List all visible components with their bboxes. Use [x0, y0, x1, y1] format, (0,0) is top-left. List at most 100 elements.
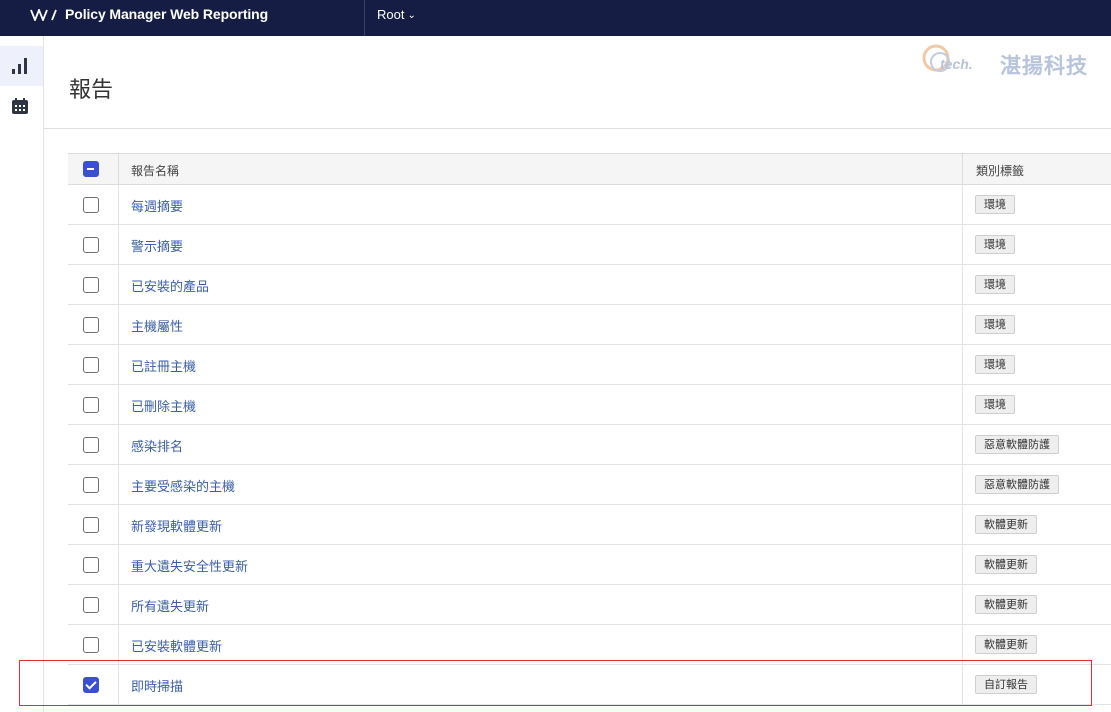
category-tag[interactable]: 軟體更新: [975, 595, 1037, 614]
row-checkbox[interactable]: [83, 397, 99, 413]
column-header-report-name[interactable]: 報告名稱: [131, 162, 179, 179]
column-header-category-tag[interactable]: 類別標籤: [976, 162, 1024, 179]
report-name-link[interactable]: 已註冊主機: [131, 356, 196, 375]
table-row[interactable]: 感染排名 惡意軟體防護: [68, 425, 1111, 465]
column-divider: [118, 545, 119, 584]
calendar-icon: [12, 98, 28, 114]
row-checkbox[interactable]: [83, 477, 99, 493]
column-divider: [962, 625, 963, 664]
row-checkbox[interactable]: [83, 677, 99, 693]
column-divider: [118, 505, 119, 544]
category-tag[interactable]: 環境: [975, 275, 1015, 294]
column-divider: [118, 585, 119, 624]
table-row[interactable]: 已安裝軟體更新 軟體更新: [68, 625, 1111, 665]
category-tag[interactable]: 環境: [975, 195, 1015, 214]
table-row[interactable]: 已刪除主機 環境: [68, 385, 1111, 425]
column-divider: [118, 185, 119, 224]
category-tag[interactable]: 軟體更新: [975, 635, 1037, 654]
column-divider: [118, 665, 119, 704]
row-checkbox[interactable]: [83, 317, 99, 333]
column-divider: [962, 545, 963, 584]
brand-logo-icon: [30, 9, 57, 21]
table-row[interactable]: 新發現軟體更新 軟體更新: [68, 505, 1111, 545]
column-divider: [962, 305, 963, 344]
column-divider: [118, 225, 119, 264]
bar-chart-icon: [12, 58, 27, 74]
category-tag[interactable]: 軟體更新: [975, 555, 1037, 574]
topbar-divider: [364, 0, 365, 36]
app-title: Policy Manager Web Reporting: [65, 6, 269, 22]
category-tag[interactable]: 惡意軟體防護: [975, 435, 1059, 454]
page-title: 報告: [69, 78, 114, 103]
column-divider: [118, 345, 119, 384]
report-name-link[interactable]: 即時掃描: [131, 676, 183, 695]
category-tag[interactable]: 軟體更新: [975, 515, 1037, 534]
column-divider: [962, 505, 963, 544]
report-name-link[interactable]: 每週摘要: [131, 196, 183, 215]
row-checkbox[interactable]: [83, 597, 99, 613]
scope-selector[interactable]: Root ⌄: [377, 7, 416, 22]
column-divider: [962, 225, 963, 264]
report-name-link[interactable]: 主要受感染的主機: [131, 476, 235, 495]
report-name-link[interactable]: 已刪除主機: [131, 396, 196, 415]
category-tag[interactable]: 環境: [975, 395, 1015, 414]
report-name-link[interactable]: 警示摘要: [131, 236, 183, 255]
category-tag[interactable]: 惡意軟體防護: [975, 475, 1059, 494]
table-row[interactable]: 每週摘要 環境: [68, 185, 1111, 225]
row-checkbox[interactable]: [83, 277, 99, 293]
column-divider: [118, 465, 119, 504]
row-checkbox[interactable]: [83, 237, 99, 253]
column-divider: [118, 265, 119, 304]
table-row[interactable]: 已註冊主機 環境: [68, 345, 1111, 385]
table-row[interactable]: 主機屬性 環境: [68, 305, 1111, 345]
top-bar: Policy Manager Web Reporting Root ⌄: [0, 0, 1111, 36]
column-divider: [962, 665, 963, 704]
chevron-down-icon: ⌄: [407, 10, 416, 21]
column-divider: [962, 425, 963, 464]
table-header: 報告名稱 類別標籤: [68, 153, 1111, 185]
table-row[interactable]: 所有遺失更新 軟體更新: [68, 585, 1111, 625]
report-name-link[interactable]: 已安裝軟體更新: [131, 636, 222, 655]
category-tag[interactable]: 環境: [975, 355, 1015, 374]
row-checkbox[interactable]: [83, 357, 99, 373]
sidebar-item-schedule[interactable]: [0, 86, 43, 126]
column-divider: [962, 585, 963, 624]
column-divider: [962, 345, 963, 384]
report-name-link[interactable]: 主機屬性: [131, 316, 183, 335]
table-row[interactable]: 主要受感染的主機 惡意軟體防護: [68, 465, 1111, 505]
report-name-link[interactable]: 已安裝的產品: [131, 276, 209, 295]
table-row[interactable]: 已安裝的產品 環境: [68, 265, 1111, 305]
report-name-link[interactable]: 感染排名: [131, 436, 183, 455]
row-checkbox[interactable]: [83, 437, 99, 453]
row-checkbox[interactable]: [83, 197, 99, 213]
watermark-latin: tech.: [940, 56, 973, 72]
column-divider: [962, 154, 963, 184]
table-row[interactable]: 重大遺失安全性更新 軟體更新: [68, 545, 1111, 585]
row-checkbox[interactable]: [83, 637, 99, 653]
report-name-link[interactable]: 重大遺失安全性更新: [131, 556, 248, 575]
row-checkbox[interactable]: [83, 557, 99, 573]
column-divider: [962, 265, 963, 304]
watermark-chinese: 湛揚科技: [1000, 54, 1088, 78]
select-all-checkbox[interactable]: [83, 161, 99, 177]
report-name-link[interactable]: 新發現軟體更新: [131, 516, 222, 535]
table-row[interactable]: 警示摘要 環境: [68, 225, 1111, 265]
column-divider: [962, 465, 963, 504]
table-row[interactable]: 即時掃描 自訂報告: [68, 665, 1111, 705]
report-name-link[interactable]: 所有遺失更新: [131, 596, 209, 615]
row-checkbox[interactable]: [83, 517, 99, 533]
column-divider: [118, 305, 119, 344]
category-tag[interactable]: 環境: [975, 235, 1015, 254]
sidebar: [0, 36, 44, 712]
sidebar-item-reports[interactable]: [0, 46, 43, 86]
category-tag[interactable]: 環境: [975, 315, 1015, 334]
column-divider: [118, 425, 119, 464]
scope-label: Root: [377, 7, 405, 22]
header-divider: [44, 128, 1111, 129]
column-divider: [962, 385, 963, 424]
column-divider: [118, 154, 119, 184]
column-divider: [118, 385, 119, 424]
category-tag[interactable]: 自訂報告: [975, 675, 1037, 694]
column-divider: [118, 625, 119, 664]
column-divider: [962, 185, 963, 224]
